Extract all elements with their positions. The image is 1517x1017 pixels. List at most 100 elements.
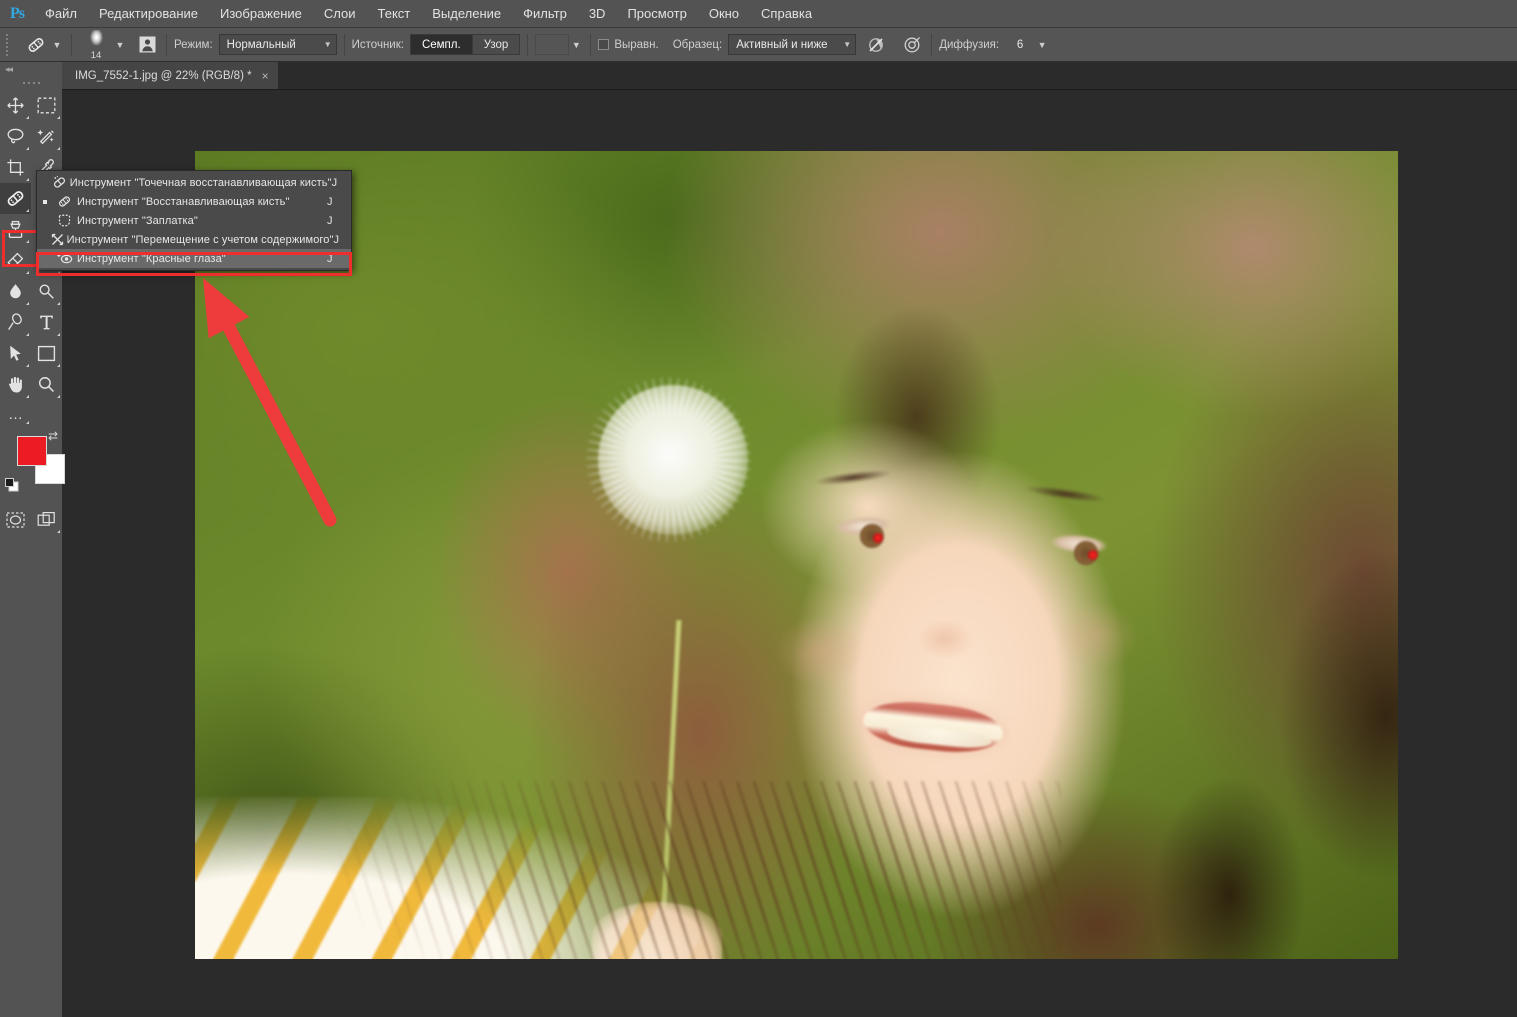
menu-item-8[interactable]: Просмотр (616, 0, 697, 28)
flyout-item-shortcut: J (327, 252, 333, 265)
chevron-down-icon: ▼ (323, 40, 332, 49)
tool-marquee[interactable] (31, 90, 62, 121)
flyout-item-label: Инструмент "Красные глаза" (77, 252, 226, 265)
tool-preset-chevron-down-icon[interactable]: ▼ (50, 33, 64, 57)
quick-mask-button[interactable] (0, 504, 31, 535)
sample-label: Образец: (672, 38, 723, 51)
close-icon[interactable]: × (262, 69, 269, 83)
source-option-sampled[interactable]: Семпл. (410, 35, 473, 54)
tool-clone-stamp[interactable] (0, 214, 31, 245)
sample-select[interactable]: Активный и ниже ▼ (728, 34, 857, 55)
flyout-item-label: Инструмент "Перемещение с учетом содержи… (66, 233, 334, 246)
patch-icon (51, 213, 77, 228)
swap-colors-icon[interactable]: ⇄ (48, 430, 58, 442)
screen-mode-button[interactable] (31, 504, 62, 535)
foreground-color-swatch[interactable] (17, 436, 47, 466)
diffusion-value[interactable]: 6 (1005, 39, 1035, 51)
tool-move[interactable] (0, 90, 31, 121)
menu-item-9[interactable]: Окно (698, 0, 750, 28)
default-colors-icon[interactable] (5, 478, 19, 492)
pattern-chevron-down-icon[interactable]: ▼ (569, 33, 583, 57)
sample-value: Активный и ниже (736, 38, 828, 51)
photo-soft-overlay (195, 151, 1398, 959)
flyout-item-label: Инструмент "Заплатка" (77, 214, 198, 227)
tools-panel-grip[interactable] (0, 76, 62, 90)
menu-bar: Ps Файл Редактирование Изображение Слои Текс… (0, 0, 1517, 28)
options-bar: ▼ 14 ▼ Режим: Нормальный ▼ Источник: Сем… (0, 28, 1517, 62)
ignore-adjustment-layers-icon[interactable] (864, 33, 888, 57)
toggle-brush-panel-button[interactable] (135, 33, 159, 57)
tool-healing-brush[interactable] (0, 183, 31, 214)
source-label: Источник: (351, 38, 404, 51)
tool-path-select[interactable] (0, 338, 31, 369)
photoshop-window: Ps Файл Редактирование Изображение Слои Текс… (0, 0, 1517, 1017)
mode-buttons (0, 504, 62, 535)
options-bar-grip[interactable] (2, 28, 12, 62)
menu-item-7[interactable]: 3D (578, 0, 617, 28)
pressure-for-size-icon[interactable] (900, 33, 924, 57)
flyout-item-spot-healing-brush[interactable]: Инструмент "Точечная восстанавливающая к… (37, 173, 351, 192)
menu-item-1[interactable]: Редактирование (88, 0, 209, 28)
edit-toolbar-button[interactable]: … (0, 400, 62, 428)
flyout-item-red-eye[interactable]: Инструмент "Красные глаза" J (37, 249, 351, 268)
menu-item-3[interactable]: Слои (313, 0, 367, 28)
color-swatches: ⇄ (0, 428, 65, 504)
flyout-item-healing-brush[interactable]: Инструмент "Восстанавливающая кисть" J (37, 192, 351, 211)
divider (527, 33, 529, 56)
flyout-item-content-aware-move[interactable]: Инструмент "Перемещение с учетом содержи… (37, 230, 351, 249)
document-image[interactable] (195, 151, 1398, 959)
brush-size-preview[interactable]: 14 (79, 29, 113, 61)
source-segmented-control[interactable]: Семпл. Узор (409, 34, 521, 55)
content-aware-move-icon (48, 232, 67, 247)
tool-pen[interactable] (0, 307, 31, 338)
aligned-label: Выравн. (614, 38, 659, 51)
diffusion-chevron-down-icon[interactable]: ▼ (1035, 33, 1049, 57)
tool-hand[interactable] (0, 369, 31, 400)
flyout-item-shortcut: J (327, 195, 333, 208)
document-tab[interactable]: IMG_7552-1.jpg @ 22% (RGB/8) * × (62, 62, 279, 89)
tool-lasso[interactable] (0, 121, 31, 152)
tool-rectangle[interactable] (31, 338, 62, 369)
spot-healing-brush-icon (49, 175, 70, 190)
checkbox-box (598, 39, 610, 50)
mode-select[interactable]: Нормальный ▼ (218, 34, 337, 55)
healing-brush-icon (51, 194, 77, 209)
tool-dodge[interactable] (31, 276, 62, 307)
divider (590, 33, 592, 56)
tool-blur[interactable] (0, 276, 31, 307)
healing-tools-flyout-menu[interactable]: Инструмент "Точечная восстанавливающая к… (36, 170, 352, 271)
menu-item-10[interactable]: Справка (750, 0, 823, 28)
diffusion-label: Диффузия: (939, 38, 1000, 51)
tool-type[interactable] (31, 307, 62, 338)
menu-item-6[interactable]: Фильтр (512, 0, 578, 28)
red-eye-icon (51, 251, 77, 266)
document-tab-bar: IMG_7552-1.jpg @ 22% (RGB/8) * × (62, 62, 1517, 90)
more-tools-icon: … (8, 405, 25, 423)
tool-zoom[interactable] (31, 369, 62, 400)
brush-size-value: 14 (90, 49, 102, 61)
menu-item-5[interactable]: Выделение (421, 0, 512, 28)
divider (343, 33, 345, 56)
tool-eraser[interactable] (0, 245, 31, 276)
divider (166, 33, 167, 56)
tool-crop[interactable] (0, 152, 31, 183)
divider (931, 33, 933, 56)
flyout-item-shortcut: J (327, 214, 333, 227)
aligned-checkbox[interactable]: Выравн. (598, 38, 659, 51)
menu-item-4[interactable]: Текст (367, 0, 422, 28)
brush-picker-chevron-down-icon[interactable]: ▼ (113, 33, 127, 57)
photoshop-logo: Ps (10, 4, 25, 22)
tool-quick-select[interactable] (31, 121, 62, 152)
current-tool-icon[interactable] (22, 33, 50, 57)
tools-panel-collapse-button[interactable]: ◂◂ (0, 62, 62, 76)
menu-item-2[interactable]: Изображение (209, 0, 313, 28)
divider (71, 33, 72, 56)
document-tab-title: IMG_7552-1.jpg @ 22% (RGB/8) * (75, 69, 252, 82)
mode-value: Нормальный (226, 38, 296, 51)
mode-label: Режим: (174, 38, 213, 51)
pattern-picker[interactable] (535, 34, 570, 55)
flyout-item-shortcut: J (333, 233, 340, 246)
menu-item-0[interactable]: Файл (34, 0, 88, 28)
flyout-item-patch[interactable]: Инструмент "Заплатка" J (37, 211, 351, 230)
source-option-pattern[interactable]: Узор (472, 35, 520, 54)
